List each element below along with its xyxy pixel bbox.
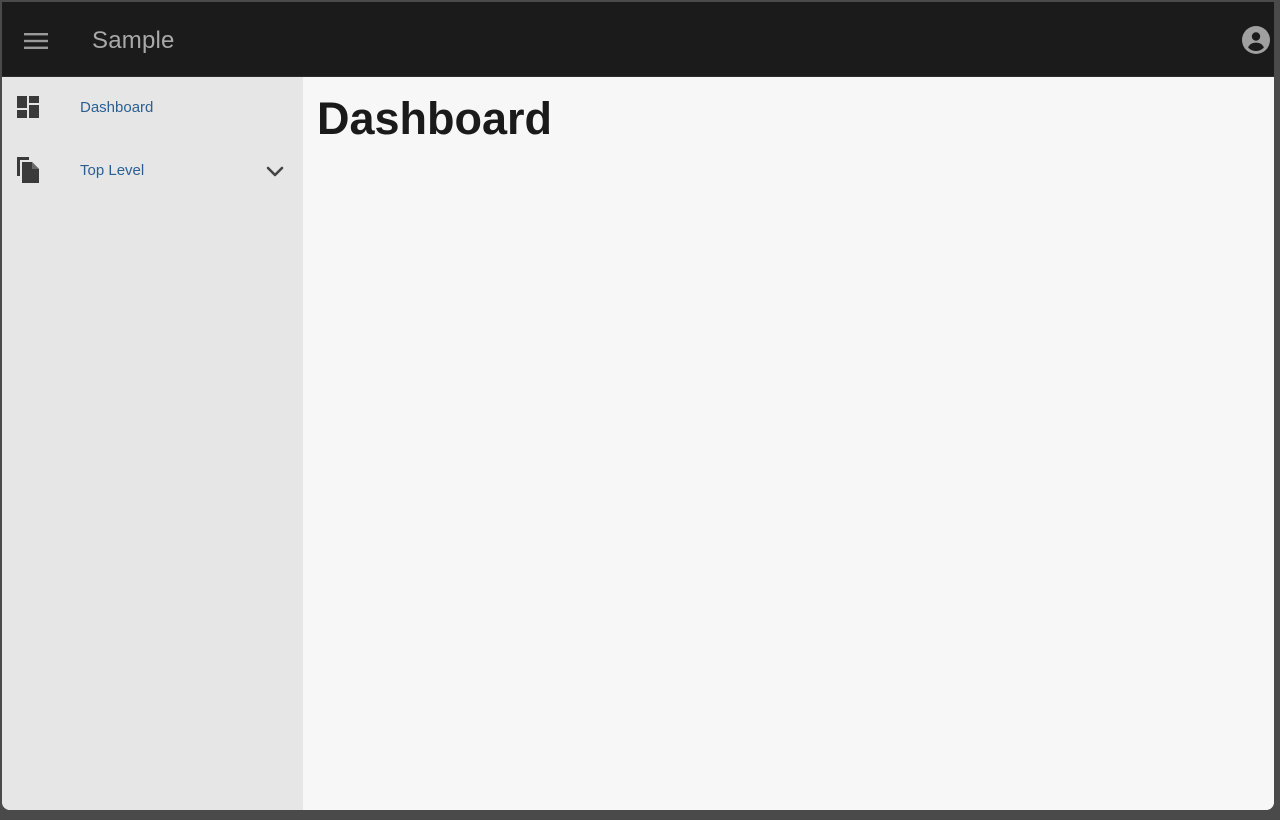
sidebar-item-dashboard[interactable]: Dashboard bbox=[2, 77, 303, 137]
file-copy-icon bbox=[14, 156, 42, 184]
page-title: Dashboard bbox=[317, 93, 553, 144]
account-button[interactable] bbox=[1240, 24, 1272, 56]
app-bar: Sample bbox=[2, 2, 1274, 77]
sidebar-item-label: Dashboard bbox=[80, 99, 154, 116]
chevron-down-icon[interactable] bbox=[264, 160, 286, 182]
account-circle-icon bbox=[1242, 26, 1270, 54]
menu-icon bbox=[24, 33, 48, 49]
main-content: Dashboard bbox=[303, 77, 1274, 810]
app-title: Sample bbox=[92, 27, 175, 54]
app-window: Sample Dashboard Top Level Dashboard bbox=[2, 2, 1274, 810]
dashboard-icon bbox=[14, 93, 42, 121]
sidebar-item-label: Top Level bbox=[80, 162, 145, 179]
sidebar-item-top-level[interactable]: Top Level bbox=[2, 140, 303, 200]
sidebar: Dashboard Top Level bbox=[2, 77, 303, 810]
menu-button[interactable] bbox=[16, 21, 56, 61]
